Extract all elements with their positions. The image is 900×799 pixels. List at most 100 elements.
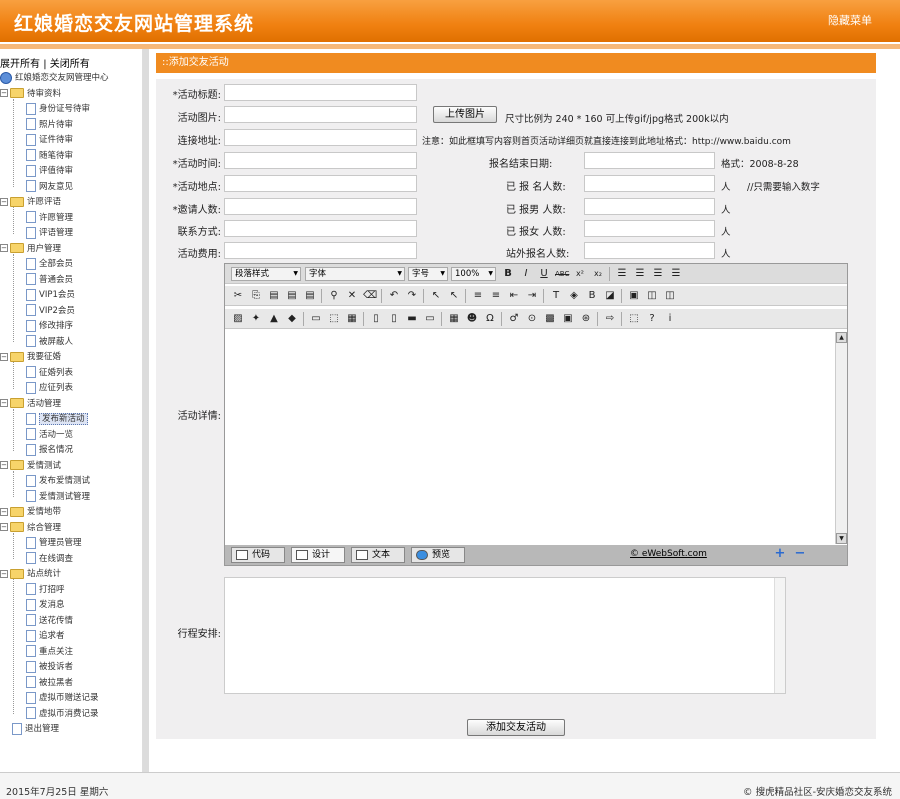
outdent-icon[interactable]: ⇤ [507,289,521,303]
collapse-toggle-icon[interactable]: − [0,399,8,407]
tree-group[interactable]: − 爱情测试 [0,459,61,474]
bold-icon[interactable]: B [501,267,515,281]
flash-icon[interactable]: ✦ [249,312,263,326]
female-count-input[interactable] [584,220,715,237]
logout-link[interactable]: 退出管理 [12,722,59,737]
invite-count-input[interactable] [224,198,417,215]
tree-group[interactable]: − 站点统计 [0,567,61,582]
special-char-icon[interactable]: Ω [483,312,497,326]
collapse-toggle-icon[interactable]: − [0,89,8,97]
fee-input[interactable] [224,242,417,259]
tree-item[interactable]: 打招呼 [26,583,65,598]
fieldset-icon[interactable]: ⬚ [327,312,341,326]
add-activity-button[interactable]: 添加交友活动 [467,719,565,736]
cut-icon[interactable]: ✂ [231,289,245,303]
upload-image-button[interactable]: 上传图片 [433,106,497,123]
tree-item[interactable]: 爱情测试管理 [26,490,90,505]
tree-item[interactable]: 发消息 [26,598,65,613]
shrink-editor-icon[interactable]: − [793,547,807,561]
iframe-icon[interactable]: ▦ [345,312,359,326]
text-color-icon[interactable]: T [549,289,563,303]
tree-item[interactable]: 照片待审 [26,118,73,133]
page-icon[interactable]: ▯ [369,312,383,326]
mode-preview-button[interactable]: 预览 [411,547,465,563]
tree-item[interactable]: 被拉黑者 [26,676,73,691]
find-icon[interactable]: ⚲ [327,289,341,303]
collapse-toggle-icon[interactable]: − [0,523,8,531]
expand-all-link[interactable]: 展开所有 [0,59,40,70]
zoom-select[interactable]: 100% [451,267,496,281]
collapse-toggle-icon[interactable]: − [0,569,8,578]
tree-item[interactable]: 身份证号待审 [26,102,90,117]
tree-item[interactable]: 追求者 [26,629,65,644]
about-icon[interactable]: i [663,312,677,326]
schedule-textarea[interactable] [224,577,786,694]
font-select[interactable]: 字体 [305,267,405,281]
scroll-down-icon[interactable]: ▼ [836,533,847,544]
tree-item[interactable]: 评语管理 [26,226,73,241]
tree-item[interactable]: 送花传情 [26,614,73,629]
tree-item[interactable]: 发布爱情测试 [26,474,90,489]
ordered-list-icon[interactable]: ≡ [471,289,485,303]
time-input[interactable] [224,152,417,169]
superscript-icon[interactable]: x² [573,267,587,281]
background-color-icon[interactable]: ◈ [567,289,581,303]
format-brush-icon[interactable]: B [585,289,599,303]
tree-item[interactable]: 虚拟币消费记录 [26,707,99,722]
tree-group[interactable]: − 用户管理 [0,242,61,257]
emoticon-icon[interactable]: ☻ [465,312,479,326]
expand-editor-icon[interactable]: + [773,547,787,561]
indent-icon[interactable]: ⇥ [525,289,539,303]
strikethrough-icon[interactable]: ABC [555,267,569,281]
contact-input[interactable] [224,220,417,237]
remove-format-icon[interactable]: ◪ [603,289,617,303]
image-icon[interactable]: ▨ [231,312,245,326]
editor-scrollbar[interactable]: ▲ ▼ [835,332,847,544]
layer-icon[interactable]: ◫ [645,289,659,303]
signed-count-input[interactable] [584,175,715,192]
undo-icon[interactable]: ↶ [387,289,401,303]
tree-item[interactable]: 在线调查 [26,552,73,567]
tree-item[interactable]: 重点关注 [26,645,73,660]
paste-text-icon[interactable]: ▤ [285,289,299,303]
title-input[interactable] [224,84,417,101]
table-icon[interactable]: ▭ [309,312,323,326]
collapse-toggle-icon[interactable]: − [0,197,8,206]
collapse-toggle-icon[interactable]: − [0,244,8,252]
external-count-input[interactable] [584,242,715,259]
collapse-toggle-icon[interactable]: − [0,461,8,469]
editor-content[interactable] [225,332,835,544]
tree-item[interactable]: 被投诉者 [26,660,73,675]
help-icon[interactable]: ? [645,312,659,326]
collapse-all-link[interactable]: 关闭所有 [50,59,90,70]
tree-item[interactable]: 修改排序 [26,319,73,334]
select-all-icon[interactable]: ↖ [429,289,443,303]
unordered-list-icon[interactable]: ≡ [489,289,503,303]
media-icon[interactable]: ▲ [267,312,281,326]
redo-icon[interactable]: ↷ [405,289,419,303]
link-icon[interactable]: ♂ [507,312,521,326]
collapse-toggle-icon[interactable]: − [0,352,8,361]
copy-icon[interactable]: ⎘ [249,289,263,303]
delete-icon[interactable]: ✕ [345,289,359,303]
scroll-up-icon[interactable]: ▲ [836,332,847,343]
tree-item[interactable]: 被屏蔽人 [26,335,73,350]
tree-item[interactable]: 普通会员 [26,273,73,288]
tree-item[interactable]: 应征列表 [26,381,73,396]
schedule-scrollbar[interactable] [774,578,785,693]
fullscreen-icon[interactable]: ⬚ [627,312,641,326]
tree-item[interactable]: 报名情况 [26,443,73,458]
tree-group[interactable]: − 我要征婚 [0,350,61,365]
tree-item[interactable]: 活动一览 [26,428,73,443]
paragraph-style-select[interactable]: 段落样式 [231,267,301,281]
align-justify-icon[interactable]: ☰ [669,267,683,281]
tree-item[interactable]: 证件待审 [26,133,73,148]
link-input[interactable] [224,129,417,146]
layer-frame-icon[interactable]: ◫ [663,289,677,303]
tree-group[interactable]: − 活动管理 [0,397,61,412]
editor-brand-link[interactable]: © eWebSoft.com [630,549,707,559]
marquee-icon[interactable]: ▭ [423,312,437,326]
collapse-toggle-icon[interactable]: − [0,507,8,516]
block-icon[interactable]: ▣ [627,289,641,303]
mode-text-button[interactable]: 文本 [351,547,405,563]
